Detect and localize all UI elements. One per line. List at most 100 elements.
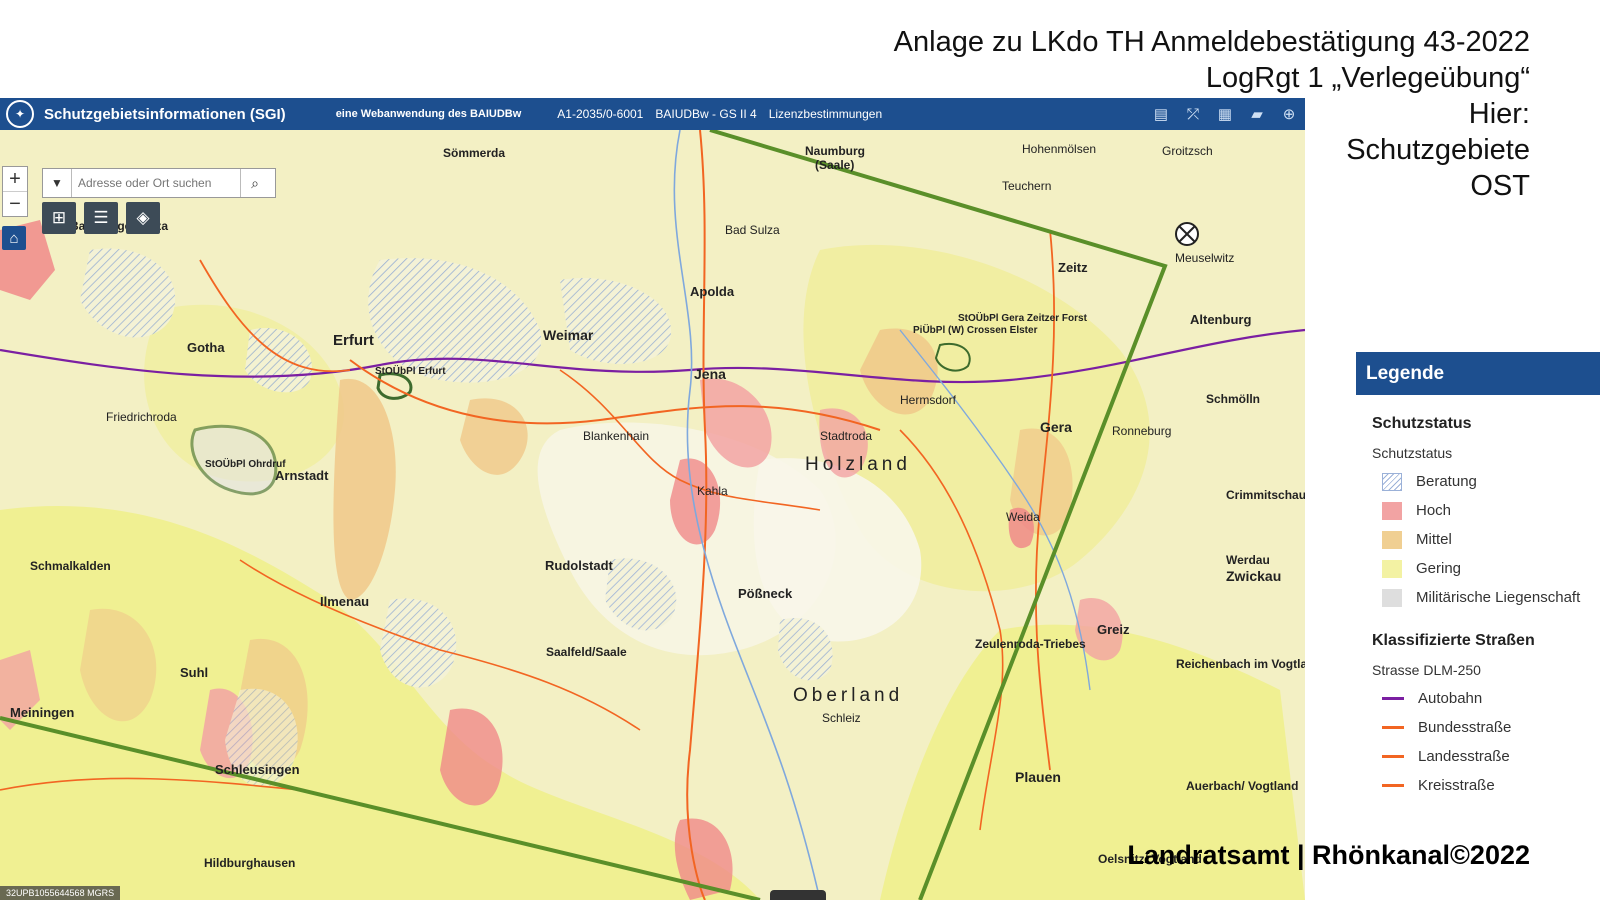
map-label-oberland: Oberland [793, 685, 903, 706]
header-link-license[interactable]: Lizenzbestimmungen [769, 107, 882, 121]
map-view[interactable]: Sömmerda Naumburg (Saale) Hohenmölsen Gr… [0, 128, 1305, 900]
grid-gallery-icon: ⊞ [51, 208, 67, 227]
legend-item-gering: Gering [1382, 554, 1600, 583]
legend-label: Beratung [1416, 473, 1477, 490]
legend-item-autobahn: Autobahn [1382, 684, 1600, 713]
map-label-jena: Jena [694, 366, 726, 382]
basemap-gallery-button[interactable]: ⊞ [42, 202, 76, 234]
legend-label: Gering [1416, 560, 1462, 577]
map-label-friedrichroda: Friedrichroda [106, 410, 177, 424]
map-label-hermsdorf: Hermsdorf [900, 393, 957, 407]
map-label-stoubpl-erfurt: StOÜbPl Erfurt [375, 364, 446, 377]
legend-label: Bundesstraße [1418, 719, 1512, 736]
legend-line [1382, 784, 1404, 787]
map-label-schmalkalden: Schmalkalden [30, 559, 111, 573]
legend-subsection-protection: Schutzstatus [1372, 445, 1453, 461]
map-label-kahla: Kahla [697, 484, 728, 498]
home-icon: ⌂ [9, 229, 19, 247]
legend-section-protection: Schutzstatus [1372, 415, 1472, 432]
map-label-crimmitschau: Crimmitschau [1226, 488, 1305, 502]
map-label-schleiz: Schleiz [822, 711, 861, 725]
map-label-teuchern: Teuchern [1002, 179, 1051, 193]
map-label-gera: Gera [1040, 419, 1072, 435]
caption-line-1: Anlage zu LKdo TH Anmeldebestätigung 43-… [893, 26, 1530, 58]
map-label-blankenhain: Blankenhain [583, 429, 649, 443]
map-label-arnstadt: Arnstadt [275, 468, 329, 483]
legend-item-beratung: Beratung [1382, 467, 1600, 496]
legend-section-roads: Klassifizierte Straßen [1372, 632, 1535, 649]
map-label-rudolstadt: Rudolstadt [545, 558, 614, 573]
legend-subsection-roads: Strasse DLM-250 [1372, 662, 1481, 678]
coordinate-icon[interactable]: ⤱ [1182, 103, 1204, 125]
map-label-hohenmolsen: Hohenmölsen [1022, 142, 1096, 156]
map-label-ilmenau: Ilmenau [320, 594, 369, 609]
legend-item-landesstrasse: Landesstraße [1382, 742, 1600, 771]
map-label-stoubpl-ohrdruf: StOÜbPl Ohrdruf [205, 457, 286, 470]
map-label-hildburghausen: Hildburghausen [204, 856, 295, 870]
map-label-greiz: Greiz [1097, 622, 1130, 637]
grid-icon[interactable]: ▦ [1214, 103, 1236, 125]
map-label-holzland: Holzland [805, 454, 911, 475]
legend-item-kreisstrasse: Kreisstraße [1382, 771, 1600, 800]
map-label-gotha: Gotha [187, 340, 225, 355]
bundeswehr-logo-icon: ✦ [6, 100, 34, 128]
legend-item-military: Militärische Liegenschaft [1382, 583, 1600, 612]
print-map-icon[interactable]: ▤ [1150, 103, 1172, 125]
app-subtitle: eine Webanwendung des BAIUDBw [335, 108, 522, 120]
layer-list-button[interactable]: ☰ [84, 202, 118, 234]
map-label-meuselwitz: Meuselwitz [1175, 251, 1234, 265]
search-icon: ⌕ [251, 174, 259, 191]
map-canvas[interactable]: Sömmerda Naumburg (Saale) Hohenmölsen Gr… [0, 128, 1305, 900]
layers-icon: ◈ [136, 208, 150, 227]
map-label-zeitz: Zeitz [1058, 260, 1088, 275]
coordinate-readout: 32UPB1055644568 MGRS [0, 886, 121, 900]
map-label-bad-sulza: Bad Sulza [725, 223, 780, 237]
legend-swatch [1382, 472, 1402, 491]
legend-item-mittel: Mittel [1382, 525, 1600, 554]
zoom-control: + − [2, 166, 28, 217]
map-tools: ⊞ ☰ ◈ [42, 202, 168, 234]
map-label-weida: Weida [1006, 510, 1040, 524]
map-label-meiningen: Meiningen [10, 705, 74, 720]
legend-item-bundesstrasse: Bundesstraße [1382, 713, 1600, 742]
legend-panel: Legende Schutzstatus Schutzstatus Beratu… [1356, 352, 1600, 808]
legend-swatch [1382, 501, 1402, 520]
map-label-schmolln: Schmölln [1206, 392, 1260, 406]
map-label-stadtroda: Stadtroda [820, 429, 872, 443]
address-search: ▼ ⌕ [42, 168, 276, 198]
sgi-app: ✦ Schutzgebietsinformationen (SGI) eine … [0, 98, 1305, 900]
map-label-auerbach: Auerbach/ Vogtland [1186, 779, 1298, 793]
map-label-possneck: Pößneck [738, 586, 793, 601]
map-label-groitzsch: Groitzsch [1162, 144, 1213, 158]
zoom-out-button[interactable]: − [3, 191, 27, 216]
map-label-apolda: Apolda [690, 284, 735, 299]
legend-label: Militärische Liegenschaft [1416, 589, 1581, 606]
map-label-werdau: Werdau [1226, 553, 1270, 567]
list-icon: ☰ [93, 208, 109, 227]
map-label-stoubpl-gera: StOÜbPl Gera Zeitzer Forst [958, 311, 1088, 324]
header-link-department[interactable]: BAIUDBw - GS II 4 [655, 107, 756, 121]
search-button[interactable]: ⌕ [240, 169, 269, 197]
layers-button[interactable]: ◈ [126, 202, 160, 234]
map-label-schleusingen: Schleusingen [215, 762, 300, 777]
legend-swatch [1382, 588, 1402, 607]
legend-line [1382, 726, 1404, 729]
panel-toggle-handle[interactable] [770, 890, 826, 900]
map-label-plauen: Plauen [1015, 769, 1061, 785]
app-title: Schutzgebietsinformationen (SGI) [44, 105, 286, 123]
map-label-erfurt: Erfurt [333, 332, 374, 349]
legend-label: Mittel [1416, 531, 1452, 548]
search-input[interactable] [72, 170, 240, 196]
measure-ruler-icon[interactable]: ▰ [1246, 103, 1268, 125]
legend-item-hoch: Hoch [1382, 496, 1600, 525]
map-label-naumburg: Naumburg [805, 144, 865, 158]
home-button[interactable]: ⌂ [2, 226, 26, 250]
zoom-in-button[interactable]: + [3, 167, 27, 191]
legend-header: Legende [1356, 352, 1600, 395]
legend-swatch [1382, 559, 1402, 578]
search-source-dropdown[interactable]: ▼ [43, 169, 72, 197]
app-header: ✦ Schutzgebietsinformationen (SGI) eine … [0, 98, 1305, 130]
share-icon[interactable]: ⊕ [1278, 103, 1300, 125]
map-label-ronneburg: Ronneburg [1112, 424, 1171, 438]
header-link-document[interactable]: A1-2035/0-6001 [557, 107, 643, 121]
